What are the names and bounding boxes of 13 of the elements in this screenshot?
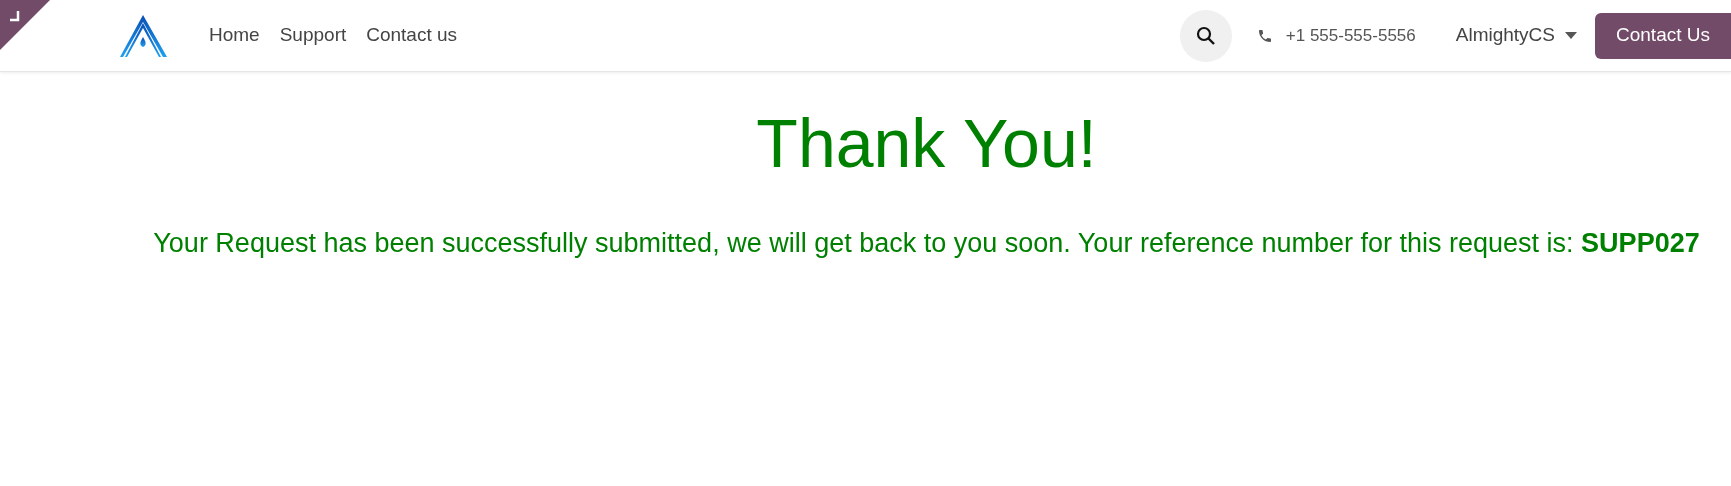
nav-link[interactable]: Contact us <box>366 21 458 50</box>
confirmation-message: Your Request has been successfully submitted, we will get back to you soon. Your reference number for this request is: SUPP027 <box>152 227 1701 260</box>
thank-you-heading: Thank You! <box>756 104 1097 183</box>
contact-us-button[interactable]: Contact Us <box>1595 12 1731 59</box>
nav-link[interactable]: Home <box>209 21 260 50</box>
logo-icon[interactable] <box>120 14 168 57</box>
caret-icon <box>1565 32 1577 39</box>
nav-link[interactable]: Support <box>279 21 347 50</box>
phone-number[interactable]: +1 555-555-5556 <box>1285 22 1416 49</box>
phone-icon <box>1256 27 1273 44</box>
search-icon <box>1195 25 1216 46</box>
corner-icon <box>9 10 21 22</box>
user-menu[interactable]: AlmightyCS <box>1455 21 1577 50</box>
